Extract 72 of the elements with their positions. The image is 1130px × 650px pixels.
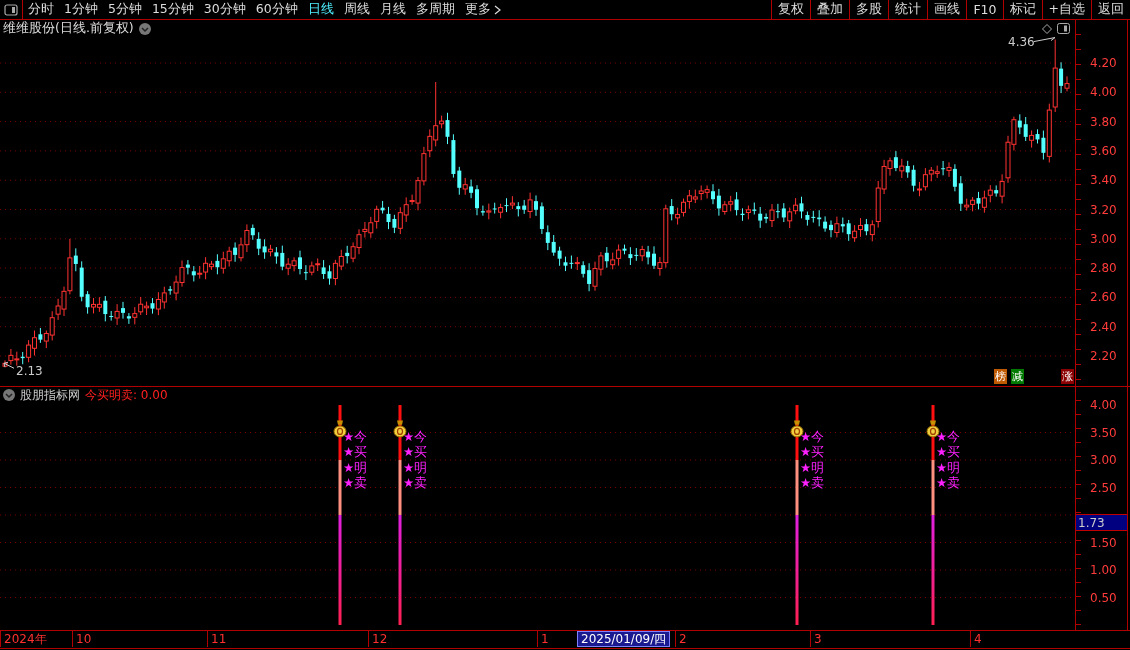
signal-tag: 减 — [1011, 369, 1024, 384]
period-tab[interactable]: 30分钟 — [198, 0, 251, 19]
high-price-label: 4.36 — [1008, 37, 1035, 49]
period-tab[interactable]: 日线 — [302, 0, 339, 19]
indicator-reading: 今买明卖: 0.00 — [85, 386, 168, 404]
toolbar-button[interactable]: 复权 — [771, 0, 811, 19]
date-axis-label: 2024年 — [0, 631, 50, 647]
toolbar-button[interactable]: 画线 — [927, 0, 967, 19]
period-tab[interactable]: 1分钟 — [59, 0, 103, 19]
price-axis-label: 2.40 — [1090, 319, 1117, 334]
signal-label: ★明 — [936, 459, 961, 475]
toolbar-button[interactable]: 多股 — [849, 0, 889, 19]
signal-tag: 榜 — [994, 369, 1007, 384]
price-axis-label: 2.80 — [1090, 261, 1117, 276]
indicator-axis-label: 1.50 — [1090, 535, 1117, 550]
signal-label: ★明 — [403, 459, 428, 475]
date-axis-label: 4 — [970, 631, 985, 647]
signal-label: ★卖 — [936, 475, 961, 491]
signal-label: ★卖 — [800, 475, 825, 491]
period-tab[interactable]: 分时 — [23, 0, 59, 19]
toolbar-button[interactable]: 返回 — [1091, 0, 1130, 19]
price-axis-label: 3.20 — [1090, 202, 1117, 217]
signal-label: ★卖 — [403, 475, 428, 491]
price-axis-label: 2.20 — [1090, 349, 1117, 363]
signal-label: ★买 — [403, 444, 428, 460]
signal-label: ★买 — [800, 444, 825, 460]
period-tab[interactable]: 60分钟 — [250, 0, 303, 19]
price-axis-label: 3.40 — [1090, 173, 1117, 188]
signal-label: ★明 — [343, 459, 368, 475]
cursor-value-label: 1.73 — [1076, 514, 1127, 531]
signal-label: ★明 — [800, 459, 825, 475]
period-tab[interactable]: 多周期 — [410, 0, 460, 19]
signal-label: ★卖 — [343, 475, 368, 491]
more-menu[interactable]: 更多 — [459, 0, 506, 19]
period-tab[interactable]: 5分钟 — [102, 0, 147, 19]
date-axis-label: 12 — [368, 631, 391, 647]
date-axis-label: 1 — [537, 631, 552, 647]
price-axis-label: 3.80 — [1090, 114, 1117, 129]
period-tab[interactable]: 月线 — [374, 0, 411, 19]
chart-title: 维维股份(日线.前复权) — [3, 20, 134, 37]
price-axis-label: 4.20 — [1090, 56, 1117, 70]
toolbar-button[interactable]: F10 — [966, 0, 1003, 19]
low-price-label: 2.13 — [16, 364, 43, 379]
toolbar-button[interactable]: +自选 — [1041, 0, 1091, 19]
date-axis-label: 10 — [72, 631, 95, 647]
date-axis-label: 3 — [810, 631, 825, 647]
signal-label: ★今 — [343, 428, 368, 444]
price-axis-label: 2.60 — [1090, 290, 1117, 305]
signal-label: ★今 — [403, 428, 428, 444]
price-axis-label: 4.00 — [1090, 85, 1117, 100]
indicator-axis-label: 3.50 — [1090, 425, 1117, 440]
signal-label: ★今 — [800, 428, 825, 444]
period-tab[interactable]: 15分钟 — [146, 0, 199, 19]
indicator-axis-label: 2.50 — [1090, 480, 1117, 495]
indicator-axis-label: 1.00 — [1090, 563, 1117, 577]
toolbar-button[interactable]: 标记 — [1002, 0, 1042, 19]
indicator-axis-label: 4.00 — [1090, 398, 1117, 412]
price-axis-label: 3.60 — [1090, 143, 1117, 158]
date-axis-label: 2 — [675, 631, 690, 647]
signal-label: ★今 — [936, 428, 961, 444]
price-axis-label: 3.00 — [1090, 231, 1117, 246]
indicator-axis-label: 3.00 — [1090, 453, 1117, 467]
date-axis-label: 11 — [207, 631, 230, 647]
period-tab[interactable]: 周线 — [338, 0, 375, 19]
date-axis-label: 2025/01/09/四 — [577, 631, 671, 647]
indicator-axis-label: 0.50 — [1090, 590, 1117, 605]
signal-tag: 涨 — [1061, 369, 1074, 384]
toolbar-button[interactable]: 叠加 — [810, 0, 850, 19]
indicator-name: 股朋指标网 — [20, 386, 80, 404]
signal-label: ★买 — [936, 444, 961, 460]
toolbar-button[interactable]: 统计 — [888, 0, 928, 19]
signal-label: ★买 — [343, 444, 368, 460]
